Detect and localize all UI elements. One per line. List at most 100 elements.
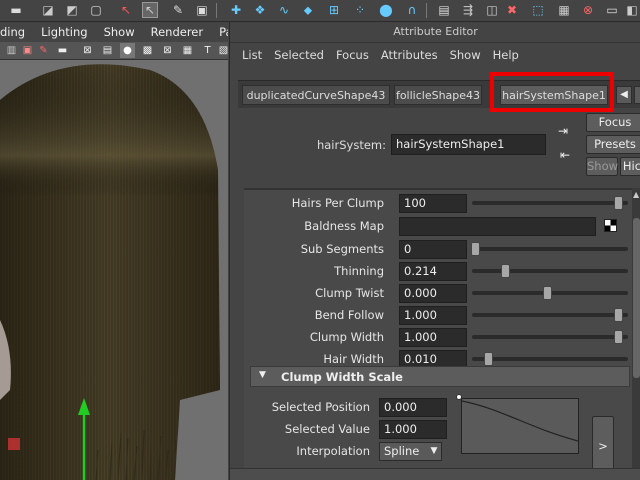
toolbar-icon-resolution[interactable]: ▬ <box>55 43 70 58</box>
baldness-map-field[interactable] <box>399 217 596 236</box>
bend-follow-field[interactable]: 1.000 <box>399 306 467 325</box>
tab-scroll-left-icon[interactable]: ◀ <box>616 86 632 104</box>
node-type-label: hairSystem: <box>316 138 386 152</box>
presets-button[interactable]: Presets <box>586 135 640 154</box>
attribute-scrollbar[interactable]: ▲ <box>632 188 640 480</box>
hair-width-slider-handle[interactable] <box>484 352 493 366</box>
snap-surface-icon[interactable]: ⊞ <box>326 2 342 18</box>
focus-button[interactable]: Focus <box>586 113 640 132</box>
output-connection-icon[interactable]: ⇤ <box>560 148 574 162</box>
show-button[interactable]: Show <box>586 157 618 176</box>
toolbar-icon-more[interactable]: ▧ <box>216 43 228 58</box>
text-icon[interactable]: T <box>200 43 215 58</box>
hide-button[interactable]: Hic <box>620 157 640 176</box>
selected-position-field[interactable]: 0.000 <box>379 398 447 417</box>
thinning-slider[interactable] <box>472 269 628 273</box>
clump-width-slider[interactable] <box>472 335 628 339</box>
sub-segments-slider[interactable] <box>472 247 628 251</box>
toolbar-icon-22[interactable]: ⊗ <box>580 2 596 18</box>
viewport-menu-panels[interactable]: Panels <box>211 25 228 39</box>
clump-twist-field[interactable]: 0.000 <box>399 284 467 303</box>
clump-twist-slider-handle[interactable] <box>543 286 552 300</box>
menu-focus[interactable]: Focus <box>330 48 375 62</box>
lasso-tool-icon[interactable]: ↖ <box>142 2 158 18</box>
bend-follow-slider[interactable] <box>472 313 628 317</box>
menu-show[interactable]: Show <box>444 48 487 62</box>
selected-value-field[interactable]: 1.000 <box>379 420 447 439</box>
next-section-header[interactable] <box>230 468 640 480</box>
toolbar-icon-18[interactable]: ◫ <box>484 2 500 18</box>
toolbar-icon-24[interactable]: ◧ <box>624 2 640 18</box>
map-texture-icon[interactable] <box>604 219 617 232</box>
scroll-up-icon[interactable]: ▲ <box>633 190 640 200</box>
camera-icon[interactable]: ▥ <box>4 43 19 58</box>
dropdown-chevron-icon[interactable]: ▼ <box>424 442 444 461</box>
tab-scroll-right-icon[interactable] <box>634 86 640 104</box>
hair-width-slider[interactable] <box>472 357 628 361</box>
render-settings-icon[interactable]: ▦ <box>556 2 572 18</box>
shaded-icon[interactable]: ● <box>120 43 135 58</box>
viewport-menu-renderer[interactable]: Renderer <box>143 25 212 39</box>
thinning-slider-handle[interactable] <box>501 264 510 278</box>
checker-icon[interactable]: ⊠ <box>160 43 175 58</box>
thinning-field[interactable]: 0.214 <box>399 262 467 281</box>
hairs-per-clump-slider-handle[interactable] <box>614 196 623 210</box>
snap-grid-icon[interactable]: ✚ <box>228 2 244 18</box>
viewport-scene[interactable] <box>0 60 228 480</box>
wireframe-icon[interactable]: ⊠ <box>80 43 95 58</box>
toolbar-icon-pencil[interactable]: ✎ <box>36 43 51 58</box>
input-connection-icon[interactable]: ⇥ <box>558 124 572 138</box>
sub-segments-field[interactable]: 0 <box>399 240 467 259</box>
clump-width-slider-handle[interactable] <box>614 330 623 344</box>
ramp-graph[interactable] <box>461 398 579 454</box>
render-icon[interactable]: ✖ <box>504 2 520 18</box>
textured-icon[interactable]: ▩ <box>140 43 155 58</box>
toolbar-icon-8[interactable]: ▣ <box>194 2 210 18</box>
paint-tool-icon[interactable]: ✎ <box>170 2 186 18</box>
toolbar-icon-lock[interactable]: ▣ <box>20 43 35 58</box>
selected-position-label: Selected Position <box>271 400 370 414</box>
toolbar-icon-4[interactable]: ▢ <box>88 2 104 18</box>
sub-segments-slider-handle[interactable] <box>471 242 480 256</box>
viewport-menu-shading[interactable]: ding <box>0 25 33 39</box>
viewport-menu-lighting[interactable]: Lighting <box>33 25 95 39</box>
smooth-shade-icon[interactable]: ▤ <box>100 43 115 58</box>
menu-selected[interactable]: Selected <box>268 48 330 62</box>
snap-point-icon[interactable]: ∿ <box>276 2 292 18</box>
hairs-per-clump-slider[interactable] <box>472 201 628 205</box>
snap-live-icon[interactable]: ⬤ <box>378 2 394 18</box>
baldness-map-label: Baldness Map <box>304 219 384 233</box>
toolbar-icon-3[interactable]: ◩ <box>64 2 80 18</box>
select-tool-icon[interactable]: ↖ <box>118 2 134 18</box>
toolbar-icon-23[interactable]: ▭ <box>604 2 620 18</box>
bend-follow-label: Bend Follow <box>314 308 384 322</box>
menu-list[interactable]: List <box>230 48 268 62</box>
magnet-icon[interactable]: ∩ <box>404 2 420 18</box>
toolbar-icon-2[interactable]: ◪ <box>40 2 56 18</box>
node-name-field[interactable]: hairSystemShape1 <box>391 134 546 155</box>
toolbar-icon-1[interactable]: ▬ <box>8 2 24 18</box>
menu-help[interactable]: Help <box>487 48 525 62</box>
object-handle[interactable] <box>8 438 20 450</box>
snap-vertex-icon[interactable]: ⁘ <box>352 2 368 18</box>
history-icon[interactable]: ▤ <box>436 2 452 18</box>
tab-duplicated-curve-shape[interactable]: duplicatedCurveShape43 <box>242 85 390 105</box>
snap-plane-icon[interactable]: ⬥ <box>300 2 316 18</box>
snap-curve-icon[interactable]: ❖ <box>252 2 268 18</box>
ramp-start-point[interactable] <box>456 394 462 400</box>
ipr-render-icon[interactable]: ⬚ <box>530 2 546 18</box>
clump-width-scale-header[interactable]: ▼ Clump Width Scale <box>250 366 630 387</box>
collapse-arrow-icon[interactable]: ▼ <box>259 370 266 380</box>
viewport-menu-show[interactable]: Show <box>96 25 143 39</box>
tab-follicle-shape[interactable]: follicleShape43 <box>394 85 482 105</box>
clump-width-field[interactable]: 1.000 <box>399 328 467 347</box>
scrollbar-thumb[interactable] <box>633 218 640 378</box>
lighting-icon[interactable]: ▦ <box>180 43 195 58</box>
expand-ramp-button[interactable]: > <box>592 416 614 476</box>
menu-attributes[interactable]: Attributes <box>375 48 444 62</box>
bend-follow-slider-handle[interactable] <box>614 308 623 322</box>
attribute-editor: Attribute Editor List Selected Focus Att… <box>229 22 640 480</box>
title-divider <box>230 42 640 43</box>
hairs-per-clump-field[interactable]: 100 <box>399 194 467 213</box>
toolbar-icon-17[interactable]: ⇶ <box>460 2 476 18</box>
